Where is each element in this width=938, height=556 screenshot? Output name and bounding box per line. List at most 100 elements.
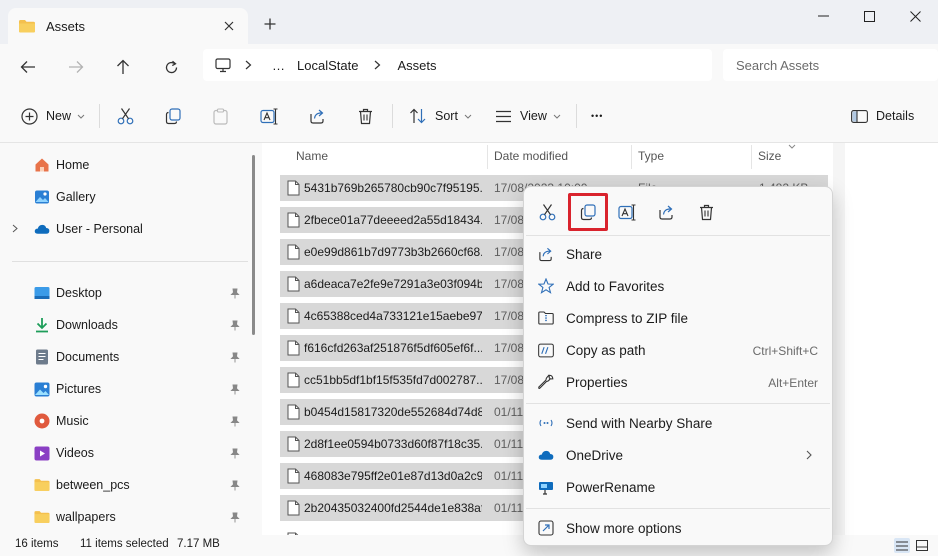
context-item-label: Compress to ZIP file: [566, 311, 689, 326]
pin-icon[interactable]: [229, 383, 241, 395]
more-options-button[interactable]: •••: [591, 102, 603, 130]
sidebar-label: User - Personal: [56, 222, 143, 236]
sidebar-item-downloads[interactable]: Downloads: [0, 311, 250, 339]
nearby-share-icon: [538, 415, 554, 431]
pin-icon[interactable]: [229, 319, 241, 331]
breadcrumb-localstate[interactable]: LocalState: [297, 58, 358, 73]
selection-count: 11 items selected: [80, 538, 169, 550]
file-date: 01/11: [494, 469, 524, 483]
sidebar-item-wallpapers[interactable]: wallpapers: [0, 503, 250, 531]
sidebar-item-videos[interactable]: Videos: [0, 439, 250, 467]
breadcrumb-assets[interactable]: Assets: [397, 58, 436, 73]
folder-icon: [18, 18, 36, 34]
new-button[interactable]: New: [21, 102, 85, 130]
new-tab-button[interactable]: [258, 12, 282, 36]
column-header-date-modified[interactable]: Date modified: [494, 143, 568, 169]
context-share-icon[interactable]: [649, 197, 683, 227]
copy-icon[interactable]: [165, 102, 182, 130]
context-item-label: Send with Nearby Share: [566, 416, 713, 431]
context-item-onedrive[interactable]: OneDrive: [530, 440, 826, 470]
column-divider[interactable]: [751, 145, 752, 169]
sidebar-item-desktop[interactable]: Desktop: [0, 279, 250, 307]
refresh-button[interactable]: [158, 54, 184, 80]
pin-icon[interactable]: [229, 511, 241, 523]
file-icon: [287, 468, 300, 484]
sidebar-item-home[interactable]: Home: [0, 151, 250, 179]
chevron-right-icon[interactable]: [374, 60, 381, 70]
context-item-nearby-share[interactable]: Send with Nearby Share: [530, 408, 826, 438]
sidebar-item-documents[interactable]: Documents: [0, 343, 250, 371]
sidebar-item-between-pcs[interactable]: between_pcs: [0, 471, 250, 499]
context-item-show-more-options[interactable]: Show more options: [530, 513, 826, 543]
sidebar-label: Documents: [56, 350, 120, 364]
details-label: Details: [876, 109, 915, 123]
tiles-view-icon[interactable]: [914, 538, 930, 553]
powerrename-icon: [538, 479, 554, 495]
wrench-icon: [538, 374, 554, 390]
sidebar-label: Videos: [56, 446, 94, 460]
minimize-button[interactable]: [800, 6, 846, 26]
details-pane-icon: [851, 109, 868, 123]
context-item-add-to-favorites[interactable]: Add to Favorites: [530, 271, 826, 301]
sidebar-item-music[interactable]: Music: [0, 407, 250, 435]
context-menu: Share Add to Favorites Compress to ZIP f…: [523, 186, 833, 546]
column-header-size[interactable]: Size: [758, 143, 781, 169]
sort-button[interactable]: Sort: [409, 102, 472, 130]
pin-icon[interactable]: [229, 351, 241, 363]
column-header-name[interactable]: Name: [296, 143, 328, 169]
sidebar-item-gallery[interactable]: Gallery: [0, 183, 250, 211]
details-view-icon[interactable]: [894, 538, 910, 553]
home-icon: [34, 157, 50, 173]
context-item-compress-zip[interactable]: Compress to ZIP file: [530, 303, 826, 333]
maximize-button[interactable]: [846, 6, 892, 26]
column-divider[interactable]: [631, 145, 632, 169]
computer-icon: [215, 57, 231, 73]
file-name: f616cfd263af251876f5df605ef6f...: [304, 341, 482, 355]
close-window-button[interactable]: [892, 6, 938, 26]
details-button[interactable]: Details: [851, 102, 914, 130]
view-button[interactable]: View: [495, 102, 561, 130]
context-delete-icon[interactable]: [689, 197, 723, 227]
forward-button[interactable]: [63, 54, 89, 80]
pin-icon[interactable]: [229, 447, 241, 459]
context-cut-icon[interactable]: [530, 197, 564, 227]
share-icon[interactable]: [309, 102, 326, 130]
file-date: 17/08: [494, 373, 524, 387]
context-copy-icon[interactable]: [568, 193, 608, 231]
cut-icon[interactable]: [117, 102, 134, 130]
pin-icon[interactable]: [229, 479, 241, 491]
file-list-scrollbar[interactable]: [833, 143, 845, 535]
music-icon: [34, 413, 50, 429]
rename-icon[interactable]: [260, 102, 278, 130]
sidebar-item-pictures[interactable]: Pictures: [0, 375, 250, 403]
context-divider: [526, 403, 830, 404]
address-bar[interactable]: … LocalState Assets: [203, 49, 712, 81]
context-rename-icon[interactable]: [610, 197, 644, 227]
paste-icon[interactable]: [213, 102, 228, 130]
back-button[interactable]: [15, 54, 41, 80]
chevron-right-icon[interactable]: [245, 60, 252, 70]
pin-icon[interactable]: [229, 287, 241, 299]
onedrive-cloud-icon: [34, 221, 50, 237]
pin-icon[interactable]: [229, 415, 241, 427]
onedrive-cloud-icon: [538, 447, 554, 463]
context-item-powerrename[interactable]: PowerRename: [530, 472, 826, 502]
breadcrumb-overflow[interactable]: …: [272, 58, 285, 73]
tab-assets[interactable]: Assets: [8, 8, 248, 44]
file-icon: [287, 404, 300, 420]
chevron-right-icon[interactable]: [12, 224, 18, 233]
context-item-properties[interactable]: Properties Alt+Enter: [530, 367, 826, 397]
column-header-type[interactable]: Type: [638, 143, 664, 169]
context-item-copy-as-path[interactable]: Copy as path Ctrl+Shift+C: [530, 335, 826, 365]
close-tab-icon[interactable]: [220, 17, 238, 35]
delete-icon[interactable]: [358, 102, 373, 130]
pictures-icon: [34, 381, 50, 397]
sidebar-scrollbar[interactable]: [252, 155, 255, 335]
sidebar-item-user-personal[interactable]: User - Personal: [0, 215, 250, 243]
up-button[interactable]: [110, 54, 136, 80]
context-item-share[interactable]: Share: [530, 239, 826, 269]
chevron-down-icon: [464, 114, 472, 119]
file-date: 01/11: [494, 437, 524, 451]
search-input[interactable]: [723, 49, 938, 81]
column-divider[interactable]: [487, 145, 488, 169]
